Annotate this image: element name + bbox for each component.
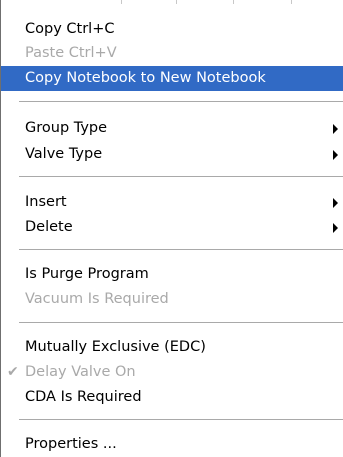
submenu-arrow-icon [333,223,338,233]
menu-item-label: Properties ... [25,436,117,452]
menu-separator [19,101,343,102]
menu-item-label: Copy Notebook to New Notebook [25,70,266,86]
menu-item-label: Insert [25,194,67,210]
menu-item-vacuum-is-required: Vacuum Is Required [1,287,343,312]
menu-separator [19,322,343,323]
menu-item-paste: Paste Ctrl+V [1,41,343,66]
menu-item-mutually-exclusive[interactable]: Mutually Exclusive (EDC) [1,335,343,360]
menu-item-copy[interactable]: Copy Ctrl+C [1,17,343,42]
check-icon: ✔ [7,364,19,380]
menu-item-insert[interactable]: Insert [1,190,343,215]
menu-item-valve-type[interactable]: Valve Type [1,142,343,167]
menu-item-cda-is-required[interactable]: CDA Is Required [1,385,343,410]
edge-tick [291,0,292,4]
menu-item-label: Vacuum Is Required [25,291,169,307]
edge-tick [176,0,177,4]
menu-item-label: Delay Valve On [25,364,136,380]
menu-item-label: Valve Type [25,146,103,162]
menu-item-properties[interactable]: Properties ... [1,432,343,457]
menu-item-is-purge-program[interactable]: Is Purge Program [1,262,343,287]
menu-item-label: CDA Is Required [25,389,142,405]
menu-item-label: Mutually Exclusive (EDC) [25,339,206,355]
menu-item-label: Paste Ctrl+V [25,45,117,61]
context-menu: Copy Ctrl+C Paste Ctrl+V Copy Notebook t… [0,0,343,457]
menu-separator [19,419,343,420]
menu-item-label: Copy Ctrl+C [25,21,115,37]
menu-item-delete[interactable]: Delete [1,215,343,240]
menu-top-edge [1,0,343,6]
menu-item-label: Delete [25,219,73,235]
submenu-arrow-icon [333,198,338,208]
edge-tick [233,0,234,4]
menu-item-copy-notebook[interactable]: Copy Notebook to New Notebook [1,66,343,91]
menu-item-group-type[interactable]: Group Type [1,116,343,141]
submenu-arrow-icon [333,124,338,134]
menu-item-delay-valve-on: ✔ Delay Valve On [1,360,343,385]
menu-item-label: Is Purge Program [25,266,149,282]
submenu-arrow-icon [333,150,338,160]
menu-separator [19,176,343,177]
menu-item-label: Group Type [25,120,108,136]
edge-tick [121,0,122,4]
menu-separator [19,249,343,250]
